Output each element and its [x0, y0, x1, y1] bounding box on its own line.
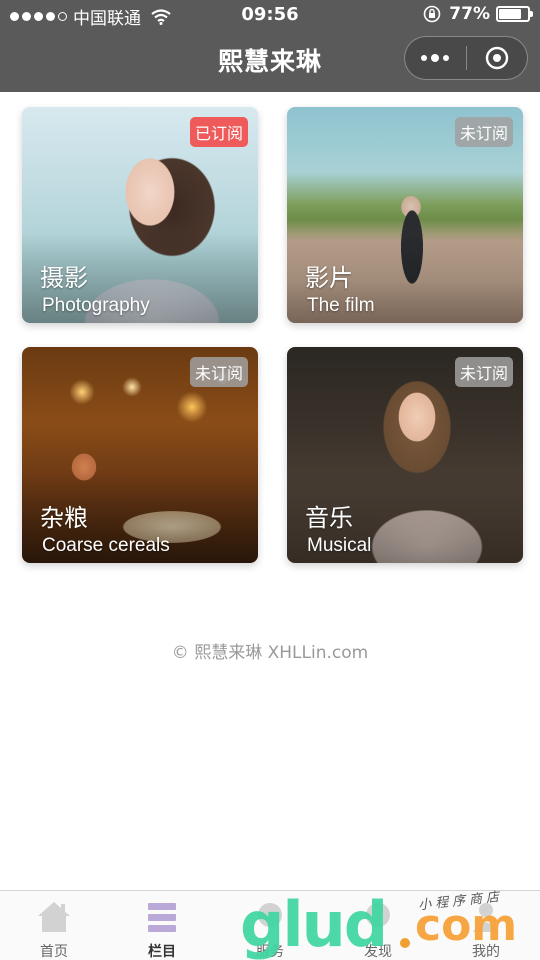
mini-program-capsule: [404, 36, 528, 80]
more-dot-icon: [421, 55, 428, 61]
discover-icon: [366, 903, 390, 927]
more-options-button[interactable]: [405, 37, 466, 79]
tab-mine[interactable]: 我的: [432, 891, 540, 960]
nav-bar: 熙慧来琳: [0, 30, 540, 92]
card-title-en: Coarse cereals: [42, 535, 170, 556]
subscription-badge: 未订阅: [454, 117, 513, 147]
tab-discover[interactable]: 发现: [324, 891, 432, 960]
copyright-text: © 熙慧来琳 XHLLin.com: [171, 643, 369, 663]
card-title-cn: 影片: [305, 264, 353, 292]
subscription-badge: 未订阅: [454, 357, 513, 387]
category-card-coarse-cereals[interactable]: 未订阅 杂粮 Coarse cereals: [22, 347, 258, 563]
tab-bar: 首页 栏目 服务 发现 我的: [0, 890, 540, 960]
category-card-film[interactable]: 未订阅 影片 The film: [287, 107, 523, 323]
battery-icon: [496, 6, 533, 22]
tab-columns[interactable]: 栏目: [108, 891, 216, 960]
battery-fill: [499, 9, 521, 19]
category-card-photography[interactable]: 已订阅 摄影 Photography: [22, 107, 258, 323]
tab-label: 首页: [40, 944, 68, 960]
tab-label: 服务: [256, 944, 284, 960]
battery-percent: 77%: [449, 4, 490, 24]
card-title-cn: 摄影: [40, 264, 88, 292]
card-title-en: Photography: [42, 295, 150, 316]
user-icon: [473, 903, 499, 932]
status-bar: 中国联通 09:56 77%: [0, 0, 540, 30]
service-icon: [258, 903, 282, 927]
card-title-cn: 杂粮: [40, 504, 88, 532]
orientation-lock-icon: [423, 5, 441, 23]
tab-service[interactable]: 服务: [216, 891, 324, 960]
more-dot-icon: [431, 54, 440, 62]
close-mini-program-button[interactable]: [466, 37, 527, 79]
category-card-musical[interactable]: 未订阅 音乐 Musical: [287, 347, 523, 563]
target-close-icon: [485, 46, 508, 70]
more-dot-icon: [443, 55, 450, 61]
tab-label: 栏目: [148, 944, 176, 960]
card-title-en: Musical: [307, 535, 372, 556]
tab-label: 发现: [364, 944, 392, 960]
menu-icon: [148, 903, 176, 932]
card-title-en: The film: [307, 295, 375, 316]
subscription-badge: 已订阅: [189, 117, 248, 147]
tab-home[interactable]: 首页: [0, 891, 108, 960]
tab-label: 我的: [472, 944, 500, 960]
subscription-badge: 未订阅: [189, 357, 248, 387]
card-title-cn: 音乐: [305, 504, 353, 532]
home-icon: [38, 902, 70, 932]
status-right: 77%: [423, 4, 533, 24]
